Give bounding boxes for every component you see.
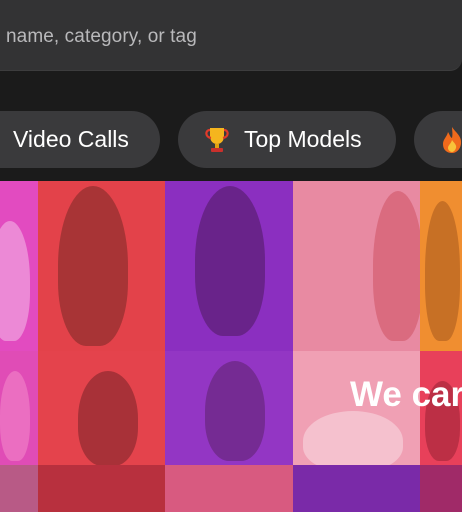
banner-bottom-strip [0,465,462,512]
promo-banner[interactable]: We car [0,181,462,512]
banner-photo-tile [420,181,462,351]
category-pills: Video Calls Top Models [0,71,462,181]
banner-photo-tile [0,351,38,465]
banner-photo-tile [38,181,165,351]
category-pill-label: Video Calls [13,126,129,152]
category-pill-label: Top Models [244,126,362,152]
banner-headline: We car [350,375,462,414]
banner-photo-tile [38,351,165,465]
banner-photo-tile [0,181,38,351]
banner-photo-tile [165,181,293,351]
banner-photo-tile [293,181,420,351]
search-bar[interactable]: name, category, or tag [0,0,462,71]
trophy-icon [204,126,230,154]
fire-icon [440,126,462,154]
category-pill-trending[interactable] [414,111,462,168]
banner-photo-tile [165,351,293,465]
category-pill-video-calls[interactable]: Video Calls [0,111,160,168]
search-placeholder: name, category, or tag [6,26,197,47]
category-pill-top-models[interactable]: Top Models [178,111,396,168]
